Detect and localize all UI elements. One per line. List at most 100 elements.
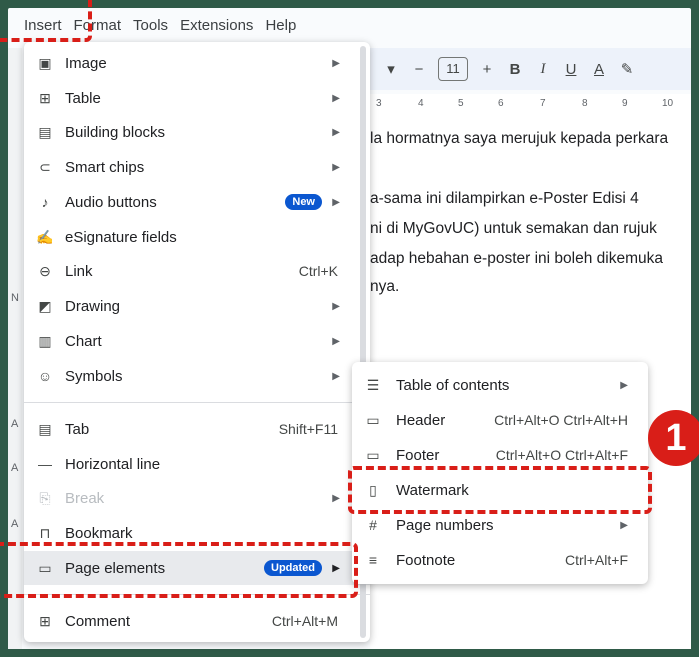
menu-item-smart-chips[interactable]: ⊂ Smart chips ▶ <box>24 150 370 184</box>
font-size-input[interactable]: 11 <box>438 57 468 81</box>
menu-item-label: Tab <box>65 420 90 438</box>
comment-icon: ⊞ <box>39 612 51 629</box>
ruler-tick: 10 <box>662 98 674 109</box>
chart-icon: ▥ <box>38 332 52 349</box>
insert-menu-highlight <box>0 0 92 42</box>
submenu-arrow-icon: ▶ <box>332 161 340 173</box>
italic-button[interactable]: I <box>534 61 552 78</box>
menu-item-label: Symbols <box>65 367 123 385</box>
menu-item-label: Drawing <box>65 297 121 315</box>
menu-item-label: Header <box>396 411 446 429</box>
footer-icon: ▭ <box>366 446 380 463</box>
ruler-tick: 3 <box>376 98 382 109</box>
menu-item-tab[interactable]: ▤ Tab Shift+F11 <box>24 412 370 446</box>
menu-item-audio-buttons[interactable]: ♪ Audio buttons New ▶ <box>24 185 370 219</box>
symbols-icon: ☺ <box>37 368 53 384</box>
menu-divider <box>24 402 370 403</box>
document-line: a-sama ini dilampirkan e-Poster Edisi 4 <box>370 190 639 207</box>
underline-button[interactable]: U <box>562 61 580 78</box>
menu-help[interactable]: Help <box>259 13 302 38</box>
margin-letter: A <box>11 462 19 474</box>
drawing-icon: ◩ <box>38 297 52 314</box>
submenu-arrow-icon: ▶ <box>332 300 340 312</box>
shortcut-label: Ctrl+Alt+O Ctrl+Alt+H <box>494 412 628 428</box>
table-icon: ⊞ <box>39 89 51 106</box>
shortcut-label: Ctrl+K <box>298 263 338 279</box>
document-line: ni di MyGovUC) untuk semakan dan rujuk <box>370 220 657 237</box>
menu-item-chart[interactable]: ▥ Chart ▶ <box>24 324 370 358</box>
menu-item-label: Smart chips <box>65 158 145 176</box>
menu-item-label: Table <box>65 89 101 107</box>
break-icon: ⎘ <box>39 489 51 506</box>
menu-item-label: Audio buttons <box>65 193 157 211</box>
submenu-arrow-icon: ▶ <box>620 519 628 531</box>
submenu-arrow-icon: ▶ <box>332 370 340 382</box>
menu-item-label: Image <box>65 54 107 72</box>
document-line: adap hebahan e-poster ini boleh dikemuka <box>370 250 663 267</box>
submenu-arrow-icon: ▶ <box>620 379 628 391</box>
menu-item-comment[interactable]: ⊞ Comment Ctrl+Alt+M <box>24 604 370 638</box>
submenu-item-table-of-contents[interactable]: ☰ Table of contents ▶ <box>352 368 648 402</box>
menu-item-label: Building blocks <box>65 123 166 141</box>
ruler: 3 4 5 6 7 8 9 10 <box>370 94 691 117</box>
submenu-arrow-icon: ▶ <box>332 196 340 208</box>
new-badge: New <box>285 194 322 210</box>
highlight-icon[interactable]: ✎ <box>618 60 636 78</box>
watermark-highlight <box>348 466 652 514</box>
toc-icon: ☰ <box>366 376 380 393</box>
menu-extensions[interactable]: Extensions <box>174 13 259 38</box>
ruler-tick: 8 <box>582 98 588 109</box>
menu-item-label: Footer <box>396 446 440 464</box>
bookmark-icon: ⊓ <box>39 524 51 541</box>
building-blocks-icon: ▤ <box>38 123 52 140</box>
menu-item-label: Footnote <box>396 551 456 569</box>
page-numbers-icon: # <box>369 517 377 533</box>
menu-item-label: Table of contents <box>396 376 510 394</box>
submenu-arrow-icon: ▶ <box>332 335 340 347</box>
ruler-tick: 7 <box>540 98 546 109</box>
margin-letter: N <box>11 292 19 304</box>
submenu-item-header[interactable]: ▭ Header Ctrl+Alt+O Ctrl+Alt+H <box>352 403 648 437</box>
ruler-tick: 6 <box>498 98 504 109</box>
image-icon: ▣ <box>38 54 52 71</box>
ruler-tick: 9 <box>622 98 628 109</box>
shortcut-label: Ctrl+Alt+M <box>271 613 338 629</box>
ruler-tick: 5 <box>458 98 464 109</box>
menu-item-drawing[interactable]: ◩ Drawing ▶ <box>24 289 370 323</box>
decrease-font-size-button[interactable]: − <box>410 61 428 78</box>
menu-item-break[interactable]: ⎘ Break ▶ <box>24 481 370 515</box>
tab-icon: ▤ <box>38 420 52 437</box>
submenu-arrow-icon: ▶ <box>332 92 340 104</box>
toolbar: ▾ − 11 + B I U A ✎ <box>370 48 691 90</box>
menu-item-image[interactable]: ▣ Image ▶ <box>24 46 370 80</box>
submenu-item-footnote[interactable]: ≡ Footnote Ctrl+Alt+F <box>352 543 648 577</box>
menu-item-esignature-fields[interactable]: ✍ eSignature fields <box>24 220 370 254</box>
menu-item-label: Link <box>65 262 93 280</box>
submenu-arrow-icon: ▶ <box>332 126 340 138</box>
submenu-arrow-icon: ▶ <box>332 492 340 504</box>
shortcut-label: Ctrl+Alt+F <box>564 552 628 568</box>
menu-item-link[interactable]: ⊖ Link Ctrl+K <box>24 254 370 288</box>
menu-item-label: Page numbers <box>396 516 494 534</box>
menu-item-symbols[interactable]: ☺ Symbols ▶ <box>24 359 370 393</box>
bold-button[interactable]: B <box>506 61 524 78</box>
menu-item-label: Bookmark <box>65 524 133 542</box>
text-color-button[interactable]: A <box>590 61 608 78</box>
menu-item-horizontal-line[interactable]: — Horizontal line <box>24 447 370 481</box>
signature-icon: ✍ <box>36 228 54 245</box>
shortcut-label: Ctrl+Alt+O Ctrl+Alt+F <box>495 447 628 463</box>
style-dropdown-icon[interactable]: ▾ <box>382 60 400 78</box>
link-icon: ⊖ <box>39 262 51 279</box>
page-elements-highlight <box>0 542 358 598</box>
margin-letter: A <box>11 418 19 430</box>
menu-item-table[interactable]: ⊞ Table ▶ <box>24 81 370 115</box>
audio-icon: ♪ <box>41 194 49 210</box>
document-line: la hormatnya saya merujuk kepada perkara <box>370 130 669 147</box>
menu-item-label: Horizontal line <box>65 455 161 473</box>
ruler-tick: 4 <box>418 98 424 109</box>
horizontal-line-icon: — <box>38 456 52 472</box>
shortcut-label: Shift+F11 <box>278 421 338 437</box>
increase-font-size-button[interactable]: + <box>478 61 496 78</box>
menu-tools[interactable]: Tools <box>127 13 174 38</box>
menu-item-building-blocks[interactable]: ▤ Building blocks ▶ <box>24 115 370 149</box>
